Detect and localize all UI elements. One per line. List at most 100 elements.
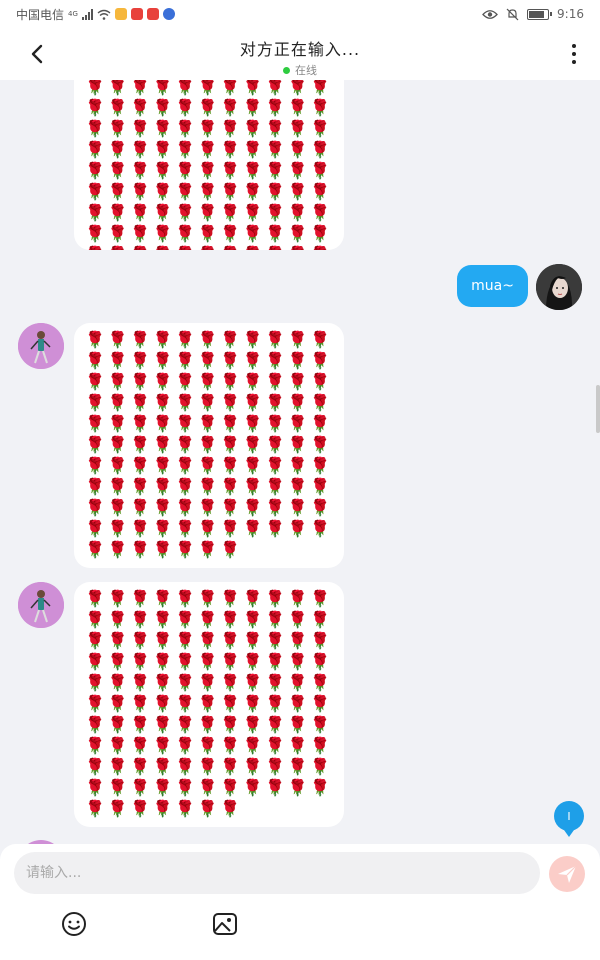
rose-emoji-icon: 🌹: [85, 372, 106, 391]
rose-emoji-icon: 🌹: [107, 519, 128, 538]
rose-emoji-icon: 🌹: [242, 351, 263, 370]
rose-emoji-icon: 🌹: [152, 140, 173, 159]
rose-emoji-icon: 🌹: [197, 182, 218, 201]
rose-emoji-icon: 🌹: [107, 98, 128, 117]
status-bar: 中国电信 4G 9:16: [0, 0, 600, 28]
rose-emoji-icon: 🌹: [152, 435, 173, 454]
rose-emoji-icon: 🌹: [220, 736, 241, 755]
rose-emoji-icon: 🌹: [287, 736, 308, 755]
message-list[interactable]: 🌹 🌹 🌹 🌹 🌹 🌹 🌹 🌹 🌹 🌹 🌹 🌹 🌹 🌹 🌹 🌹 🌹 🌹 🌹 🌹 🌹 🌹 🌹 🌹 🌹 🌹 🌹 🌹 🌹 🌹 🌹 🌹 🌹 🌹 🌹 🌹 🌹 🌹 🌹 🌹…: [0, 80, 600, 844]
rose-emoji-icon: 🌹: [265, 736, 286, 755]
rose-emoji-icon: 🌹: [130, 456, 151, 475]
rose-emoji-icon: 🌹: [197, 372, 218, 391]
rose-emoji-icon: 🌹: [130, 715, 151, 734]
rose-emoji-icon: 🌹: [197, 224, 218, 243]
rose-emoji-icon: 🌹: [85, 161, 106, 180]
rose-emoji-icon: 🌹: [130, 98, 151, 117]
rose-emoji-icon: 🌹: [242, 519, 263, 538]
rose-emoji-icon: 🌹: [107, 540, 128, 559]
rose-emoji-icon: 🌹: [287, 161, 308, 180]
rose-emoji-icon: 🌹: [242, 757, 263, 776]
avatar[interactable]: [18, 323, 64, 369]
avatar[interactable]: [536, 264, 582, 310]
rose-emoji-icon: 🌹: [107, 435, 128, 454]
rose-emoji-icon: 🌹: [242, 477, 263, 496]
rose-emoji-icon: 🌹: [310, 119, 331, 138]
rose-emoji-icon: 🌹: [220, 757, 241, 776]
rose-emoji-icon: 🌹: [242, 778, 263, 797]
rose-emoji-icon: 🌹: [287, 119, 308, 138]
emoji-button[interactable]: [60, 910, 88, 938]
rose-emoji-icon: 🌹: [107, 673, 128, 692]
rose-emoji-icon: 🌹: [310, 498, 331, 517]
rose-emoji-icon: 🌹: [242, 98, 263, 117]
rose-emoji-icon: 🌹: [310, 161, 331, 180]
message-bubble-outgoing[interactable]: mua~: [457, 265, 528, 307]
rose-emoji-icon: 🌹: [287, 456, 308, 475]
rose-emoji-icon: 🌹: [197, 80, 218, 96]
back-button[interactable]: [24, 40, 52, 68]
rose-emoji-icon: 🌹: [220, 540, 241, 559]
rose-emoji-icon: 🌹: [175, 519, 196, 538]
rose-emoji-icon: 🌹: [265, 414, 286, 433]
rose-emoji-icon: 🌹: [152, 778, 173, 797]
rose-emoji-icon: 🌹: [310, 519, 331, 538]
rose-emoji-icon: 🌹: [287, 652, 308, 671]
contact-avatar-image: [18, 323, 64, 369]
back-arrow-icon: [31, 44, 43, 64]
image-button[interactable]: [211, 910, 239, 938]
send-icon: [558, 865, 577, 883]
rose-emoji-icon: 🌹: [152, 652, 173, 671]
rose-emoji-icon: 🌹: [130, 393, 151, 412]
rose-emoji-icon: 🌹: [242, 589, 263, 608]
rose-emoji-icon: 🌹: [175, 372, 196, 391]
rose-emoji-icon: 🌹: [265, 372, 286, 391]
rose-emoji-icon: 🌹: [197, 435, 218, 454]
rose-emoji-icon: 🌹: [84, 244, 107, 250]
new-message-badge[interactable]: I: [554, 801, 584, 837]
rose-emoji-icon: 🌹: [287, 351, 308, 370]
rose-emoji-icon: 🌹: [220, 119, 241, 138]
rose-emoji-icon: 🌹: [310, 477, 331, 496]
rose-emoji-icon: 🌹: [309, 244, 332, 250]
rose-emoji-icon: 🌹: [152, 715, 173, 734]
message-bubble-emoji-grid[interactable]: 🌹 🌹 🌹 🌹 🌹 🌹 🌹 🌹 🌹 🌹 🌹 🌹 🌹 🌹 🌹 🌹 🌹 🌹 🌹 🌹 🌹 🌹 🌹 🌹 🌹 🌹 🌹 🌹 🌹 🌹 🌹 🌹 🌹 🌹 🌹 🌹 🌹 🌹 🌹 🌹…: [74, 323, 344, 568]
send-button[interactable]: [549, 856, 585, 892]
wifi-icon: [97, 9, 111, 20]
rose-emoji-icon: 🌹: [197, 519, 218, 538]
rose-emoji-icon: 🌹: [152, 519, 173, 538]
rose-emoji-icon: 🌹: [130, 519, 151, 538]
rose-emoji-icon: 🌹: [220, 414, 241, 433]
message-input[interactable]: [14, 852, 540, 894]
message-bubble-emoji-grid[interactable]: 🌹 🌹 🌹 🌹 🌹 🌹 🌹 🌹 🌹 🌹 🌹 🌹 🌹 🌹 🌹 🌹 🌹 🌹 🌹 🌹 🌹 🌹 🌹 🌹 🌹 🌹 🌹 🌹 🌹 🌹 🌹 🌹 🌹 🌹 🌹 🌹 🌹 🌹 🌹 🌹…: [74, 582, 344, 827]
rose-emoji-icon: 🌹: [242, 393, 263, 412]
rose-emoji-icon: 🌹: [152, 203, 173, 222]
rose-emoji-icon: 🌹: [265, 119, 286, 138]
online-dot-icon: [283, 66, 290, 74]
message-bubble-emoji-grid[interactable]: 🌹 🌹 🌹 🌹 🌹 🌹 🌹 🌹 🌹 🌹 🌹 🌹 🌹 🌹 🌹 🌹 🌹 🌹 🌹 🌹 🌹 🌹 🌹 🌹 🌹 🌹 🌹 🌹 🌹 🌹 🌹 🌹 🌹 🌹 🌹 🌹 🌹 🌹 🌹 🌹…: [74, 80, 344, 250]
rose-emoji-icon: 🌹: [152, 498, 173, 517]
rose-emoji-icon: 🌹: [265, 456, 286, 475]
rose-emoji-icon: 🌹: [287, 589, 308, 608]
rose-emoji-icon: 🌹: [130, 330, 151, 349]
rose-emoji-icon: 🌹: [130, 673, 151, 692]
rose-emoji-icon: 🌹: [130, 182, 151, 201]
rose-emoji-icon: 🌹: [152, 456, 173, 475]
more-options-button[interactable]: [564, 40, 584, 68]
rose-emoji-icon: 🌹: [152, 244, 175, 250]
chat-header: 对方正在输入... 在线: [0, 28, 600, 80]
rose-emoji-icon: 🌹: [220, 182, 241, 201]
scrollbar[interactable]: [596, 385, 600, 433]
rose-emoji-icon: 🌹: [175, 652, 196, 671]
contact-avatar-image: [18, 582, 64, 628]
rose-emoji-icon: 🌹: [130, 140, 151, 159]
rose-emoji-icon: 🌹: [85, 757, 106, 776]
status-left: 中国电信 4G: [16, 6, 175, 23]
rose-emoji-icon: 🌹: [175, 498, 196, 517]
rose-emoji-icon: 🌹: [152, 673, 173, 692]
rose-emoji-icon: 🌹: [310, 694, 331, 713]
rose-emoji-icon: 🌹: [310, 757, 331, 776]
avatar[interactable]: [18, 582, 64, 628]
app-notification-icon: [146, 8, 159, 20]
rose-emoji-icon: 🌹: [197, 631, 218, 650]
